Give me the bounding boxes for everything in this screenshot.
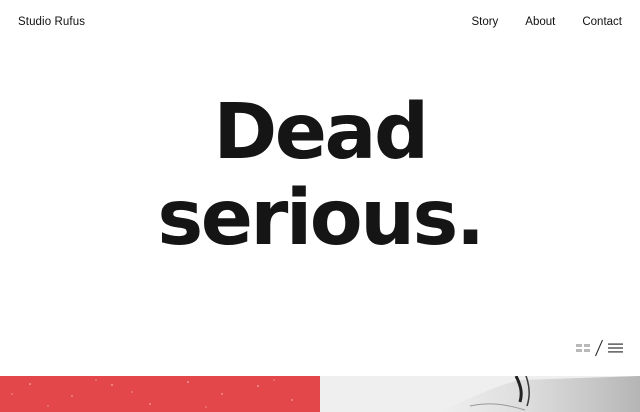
brand-logo-link[interactable]: Studio Rufus [18,14,85,30]
nav-item-story[interactable]: Story [471,14,498,30]
slash-separator [595,339,603,357]
sparkle-pattern-image [11,379,293,408]
project-tile-red[interactable] [0,376,320,412]
main-nav: Story About Contact [471,14,622,30]
hero-line-2: serious. [157,174,485,263]
hero-heading: Dead serious. [0,90,640,262]
project-tile-photo[interactable] [320,376,640,412]
grid-view-icon[interactable] [576,343,590,353]
nav-item-contact[interactable]: Contact [582,14,622,30]
list-view-icon[interactable] [608,343,623,353]
hero-line-1: Dead [213,88,429,177]
nav-item-about[interactable]: About [525,14,555,30]
face-photo-image [320,376,640,412]
page: Studio Rufus Story About Contact Dead se… [0,0,640,412]
view-toggle [576,339,623,357]
